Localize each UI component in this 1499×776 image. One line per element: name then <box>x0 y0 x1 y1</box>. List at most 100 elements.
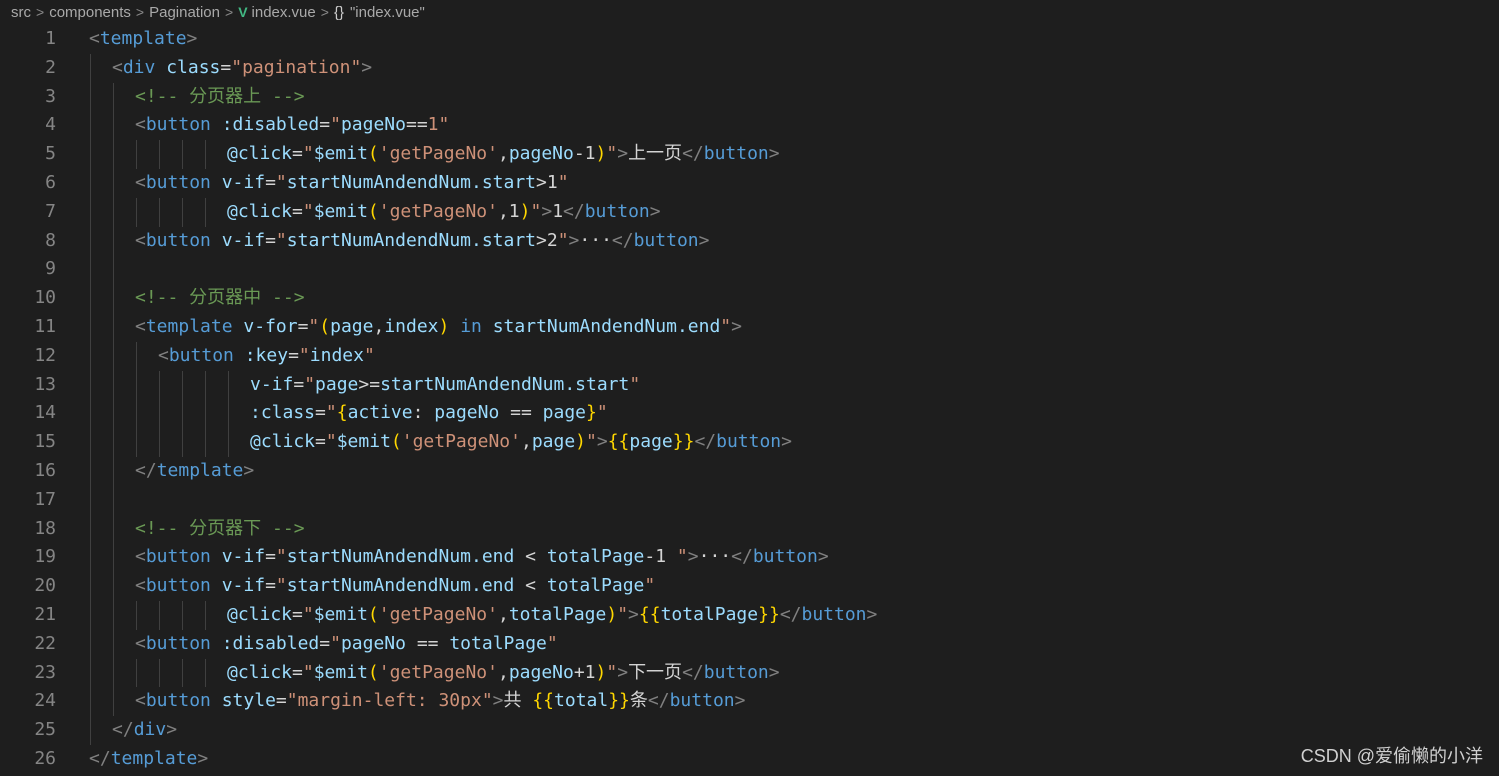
indent-guide <box>136 600 137 630</box>
code-token-punc: < <box>135 171 146 193</box>
indent-guide <box>90 399 91 429</box>
indent-guide <box>113 399 114 429</box>
code-token-attr: v-if <box>221 171 266 193</box>
indent-guide <box>90 197 91 227</box>
code-line[interactable]: 4 <button :disabled="pageNo==1" <box>0 111 1499 141</box>
code-line[interactable]: 22 <button :disabled="pageNo == totalPage… <box>0 629 1499 659</box>
code-token-str: " <box>275 575 287 597</box>
code-line[interactable]: 2 <div class="pagination"> <box>0 53 1499 83</box>
code-token-str: " <box>302 200 314 222</box>
indent-guide <box>90 370 91 400</box>
code-line[interactable]: 21 @click="$emit('getPageNo',totalPage)">… <box>0 600 1499 630</box>
code-token-punc: > <box>596 431 608 453</box>
code-line[interactable]: 20 <button v-if="startNumAndendNum.end < … <box>0 572 1499 601</box>
indent-guide <box>113 255 114 285</box>
code-line[interactable]: 17 <box>0 485 1499 515</box>
code-token-str: " <box>308 315 320 337</box>
code-token-attr: startNumAndendNum.start <box>380 373 630 395</box>
line-number: 3 <box>45 85 56 107</box>
code-token-paren: ) <box>519 200 531 222</box>
code-token-tag: button <box>145 114 211 136</box>
code-line[interactable]: 1 <template> <box>0 25 1499 54</box>
breadcrumb-item-src[interactable]: src <box>11 4 31 21</box>
code-token-tag: template <box>145 315 233 337</box>
code-text: <button :disabled="pageNo == totalPage" <box>135 630 558 659</box>
line-number: 1 <box>45 28 56 49</box>
code-line[interactable]: 10 <!-- 分页器中 --> <box>0 284 1499 313</box>
code-line[interactable]: 14:class="{active: pageNo == page}" <box>0 399 1499 429</box>
indent-guide <box>159 399 160 429</box>
indent-guide <box>228 370 229 400</box>
code-line[interactable]: 13 v-if="page>=startNumAndendNum.start" <box>0 370 1499 400</box>
code-token-attr: :key <box>244 344 289 366</box>
code-line[interactable]: 19 <button v-if="startNumAndendNum.end < … <box>0 543 1499 573</box>
indent-guide <box>159 600 160 630</box>
code-line[interactable]: 3 <!-- 分页器上 --> <box>0 82 1499 112</box>
code-token-text: 1 <box>552 200 564 222</box>
line-number: 18 <box>34 517 56 539</box>
code-token-punc: </ <box>647 690 670 712</box>
indent-guide <box>90 82 91 112</box>
code-token-attr: @click <box>227 200 293 222</box>
code-token-punc: > <box>734 690 746 712</box>
code-token-text: >2 <box>536 229 558 251</box>
indent-guide <box>136 370 137 400</box>
breadcrumb-item-components[interactable]: components <box>49 4 131 21</box>
code-text: <!-- 分页器下 --> <box>135 515 305 544</box>
code-token-text: 共 <box>503 690 533 712</box>
code-line[interactable]: 7 @click="$emit('getPageNo',1)">1</button… <box>0 197 1499 227</box>
code-token-text: = <box>315 402 326 424</box>
code-token-text: = <box>319 632 331 654</box>
code-token-attr: startNumAndendNum.end <box>286 575 515 597</box>
code-token-str: " <box>275 171 287 193</box>
code-line[interactable]: 11 <template v-for="(page,index) in start… <box>0 312 1499 342</box>
code-line[interactable]: 6 <button v-if="startNumAndendNum.start>1… <box>0 168 1499 198</box>
code-token-punc: < <box>135 114 146 136</box>
breadcrumb-item-file[interactable]: index.vue <box>252 4 316 21</box>
code-line[interactable]: 5 @click="$emit('getPageNo',pageNo-1)">上一… <box>0 140 1499 169</box>
code-text: </div> <box>112 716 177 745</box>
indent-guide <box>113 284 114 313</box>
watermark-text: CSDN @爱偷懒的小洋 <box>1300 746 1483 766</box>
code-token-punc: </ <box>563 200 585 222</box>
indent-guide <box>90 284 91 313</box>
indent-guide <box>205 658 206 688</box>
code-line[interactable]: 16 </template> <box>0 456 1499 486</box>
code-token-text: < <box>514 575 547 597</box>
code-token-attr: active <box>347 402 413 424</box>
code-line[interactable]: 8 <button v-if="startNumAndendNum.start>2… <box>0 226 1499 256</box>
line-number: 15 <box>34 431 56 453</box>
code-token-attr: pageNo <box>508 661 574 683</box>
code-token-punc: </ <box>611 229 634 251</box>
code-line[interactable]: 15 @click="$emit('getPageNo',page)">{{pag… <box>0 428 1499 457</box>
code-line[interactable]: 25 </div> <box>0 716 1499 745</box>
code-editor[interactable]: 1 <template> 2 <div class="pagination"> 3 <!-… <box>0 25 1499 774</box>
indent-guide <box>90 543 91 573</box>
code-line[interactable]: 24 <button style="margin-left: 30px">共 {{… <box>0 687 1499 717</box>
code-token-paren: ( <box>390 431 402 453</box>
indent-guide <box>90 485 91 515</box>
code-token-str: 1" <box>427 114 450 136</box>
code-line[interactable]: 12 <button :key="index" <box>0 341 1499 371</box>
indent-guide <box>113 168 114 198</box>
code-token-attr: @click <box>227 661 293 683</box>
code-line[interactable]: 23 @click="$emit('getPageNo',pageNo+1)">下… <box>0 658 1499 688</box>
code-token-tag: button <box>145 546 211 568</box>
code-token-punc: < <box>112 56 123 78</box>
code-token-str: " <box>617 603 629 625</box>
breadcrumb-item-pagination[interactable]: Pagination <box>149 4 220 21</box>
indent-guide <box>228 399 229 429</box>
code-token-punc: </ <box>112 719 134 741</box>
code-text: v-if="page>=startNumAndendNum.start" <box>250 371 640 400</box>
indent-guide <box>205 140 206 169</box>
code-token-punc: < <box>135 690 146 712</box>
breadcrumb-item-symbol[interactable]: "index.vue" <box>350 4 425 21</box>
code-line[interactable]: 26 </template> <box>0 745 1499 774</box>
indent-guide <box>113 629 114 659</box>
code-line[interactable]: 9 <box>0 255 1499 285</box>
line-number: 2 <box>45 56 56 78</box>
code-line[interactable]: 18 <!-- 分页器下 --> <box>0 514 1499 544</box>
